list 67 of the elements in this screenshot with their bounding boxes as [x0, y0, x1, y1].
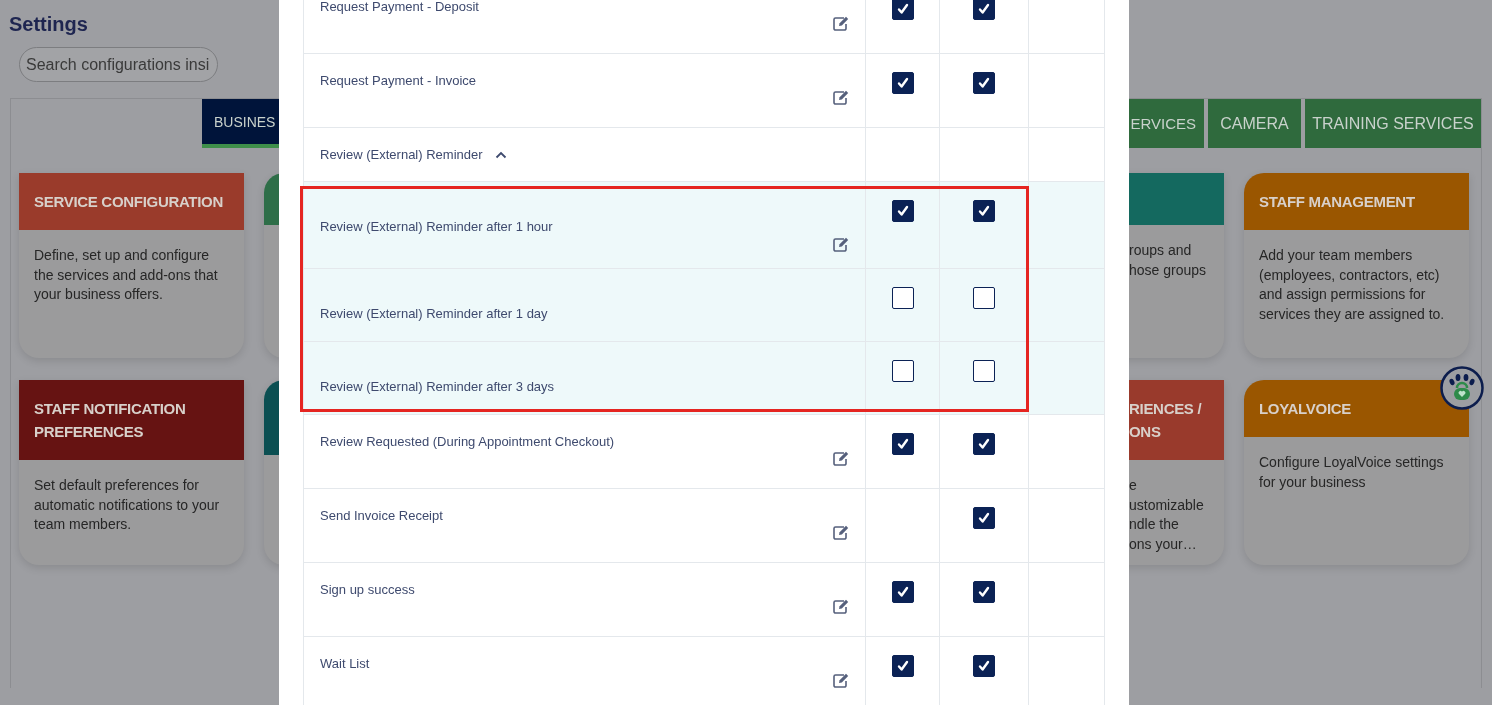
settings-card[interactable]: STAFF MANAGEMENT Add your team members (employees, contractors, etc) and assign permissions for services they are assigned to.: [1244, 173, 1469, 358]
notification-label: Request Payment - Invoice: [320, 73, 477, 88]
edit-icon[interactable]: [833, 90, 849, 105]
check-icon: [978, 3, 990, 15]
checkbox[interactable]: [973, 507, 995, 529]
check-icon: [978, 205, 990, 217]
checkbox[interactable]: [891, 581, 914, 603]
check-icon: [978, 438, 990, 450]
card-title: LOYALVOICE: [1244, 380, 1469, 437]
edit-icon[interactable]: [833, 673, 849, 688]
checkbox[interactable]: [973, 655, 995, 677]
check-icon: [978, 512, 990, 524]
checkbox[interactable]: [891, 655, 914, 677]
checkbox[interactable]: [891, 433, 914, 455]
card-description: Configure LoyalVoice settings for your business: [1258, 453, 1445, 492]
check-icon: [978, 660, 990, 672]
checkbox[interactable]: [973, 200, 995, 222]
settings-card[interactable]: STAFF NOTIFICATION PREFERENCES Set default preferences for automatic notifications to your team members.: [19, 380, 244, 565]
checkbox[interactable]: [973, 360, 995, 382]
check-icon: [896, 660, 909, 672]
check-icon: [896, 438, 909, 450]
edit-icon[interactable]: [833, 599, 849, 614]
check-icon: [896, 3, 909, 15]
group-label: Review (External) Reminder: [320, 147, 483, 162]
notification-label: Wait List: [320, 656, 370, 671]
edit-icon[interactable]: [833, 16, 849, 31]
paw-icon[interactable]: [1440, 366, 1484, 410]
notification-label: Send Invoice Receipt: [320, 508, 443, 523]
check-icon: [978, 77, 990, 89]
card-title: STAFF MANAGEMENT: [1244, 173, 1469, 230]
chevron-up-icon[interactable]: [494, 150, 507, 159]
card-title: SERVICE CONFIGURATION: [19, 173, 244, 230]
card-title: STAFF NOTIFICATION PREFERENCES: [19, 380, 244, 460]
card-description: e ustomizable ndle the ons your…: [1128, 476, 1205, 554]
search-field[interactable]: Search configurations insi: [19, 47, 218, 82]
notification-label: Review (External) Reminder after 1 day: [320, 306, 548, 321]
notification-label: Review (External) Reminder after 3 days: [320, 379, 555, 394]
category-tab[interactable]: TRAINING SERVICES: [1305, 99, 1481, 148]
edit-icon[interactable]: [833, 451, 849, 466]
settings-card[interactable]: LOYALVOICE Configure LoyalVoice settings for your business: [1244, 380, 1469, 565]
notification-label: Review Requested (During Appointment Checkout): [320, 434, 615, 449]
notification-label: Request Payment - Deposit: [320, 0, 479, 14]
notification-label: Review (External) Reminder after 1 hour: [320, 219, 553, 234]
card-description: Set default preferences for automatic notifications to your team members.: [33, 476, 221, 534]
category-tab[interactable]: CAMERA: [1208, 99, 1301, 148]
card-description: roups and hose groups: [1128, 241, 1208, 280]
edit-icon[interactable]: [833, 525, 849, 540]
checkbox[interactable]: [891, 72, 914, 94]
edit-icon[interactable]: [833, 237, 849, 252]
checkbox[interactable]: [973, 0, 995, 20]
notification-label: Sign up success: [320, 582, 415, 597]
check-icon: [896, 205, 909, 217]
card-description: Define, set up and configure the services and add-ons that your business offers.: [33, 246, 219, 304]
checkbox[interactable]: [973, 287, 995, 309]
checkbox[interactable]: [891, 287, 914, 309]
checkbox[interactable]: [973, 433, 995, 455]
check-icon: [896, 77, 909, 89]
checkbox[interactable]: [973, 581, 995, 603]
checkbox[interactable]: [891, 200, 914, 222]
check-icon: [978, 586, 990, 598]
checkbox[interactable]: [973, 72, 995, 94]
card-description: Add your team members (employees, contractors, etc) and assign permissions for services they are assigned to.: [1258, 246, 1446, 324]
check-icon: [896, 586, 909, 598]
checkbox[interactable]: [891, 360, 914, 382]
checkbox[interactable]: [891, 0, 914, 20]
settings-card[interactable]: SERVICE CONFIGURATION Define, set up and configure the services and add-ons that your business offers.: [19, 173, 244, 358]
page-title: Settings: [8, 12, 89, 36]
